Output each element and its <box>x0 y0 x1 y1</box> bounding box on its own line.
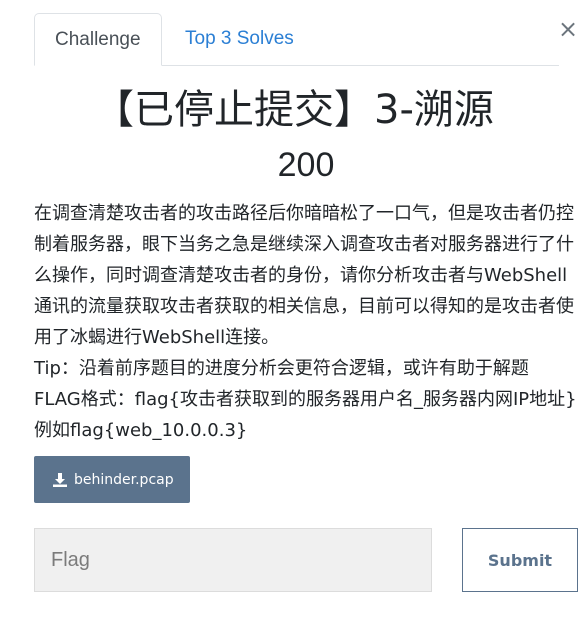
close-icon[interactable]: × <box>557 16 579 42</box>
file-name: behinder.pcap <box>74 471 174 488</box>
tab-challenge[interactable]: Challenge <box>34 13 162 66</box>
challenge-title: 【已停止提交】3-溯源 <box>94 87 494 133</box>
download-file-button[interactable]: behinder.pcap <box>34 456 190 503</box>
description-tip: Tip：沿着前序题目的进度分析会更符合逻辑，或许有助于解题 FLAG格式：fla… <box>34 358 577 441</box>
tab-top-solves[interactable]: Top 3 Solves <box>165 13 314 65</box>
flag-input[interactable] <box>34 528 432 592</box>
submit-button[interactable]: Submit <box>462 528 578 592</box>
challenge-points: 200 <box>277 146 335 184</box>
challenge-description: 在调查清楚攻击者的攻击路径后你暗暗松了一口气，但是攻击者仍控制着服务器，眼下当务… <box>34 198 579 446</box>
description-paragraph: 在调查清楚攻击者的攻击路径后你暗暗松了一口气，但是攻击者仍控制着服务器，眼下当务… <box>34 203 574 348</box>
tab-bar: Challenge Top 3 Solves <box>34 13 559 66</box>
download-icon <box>53 472 67 487</box>
